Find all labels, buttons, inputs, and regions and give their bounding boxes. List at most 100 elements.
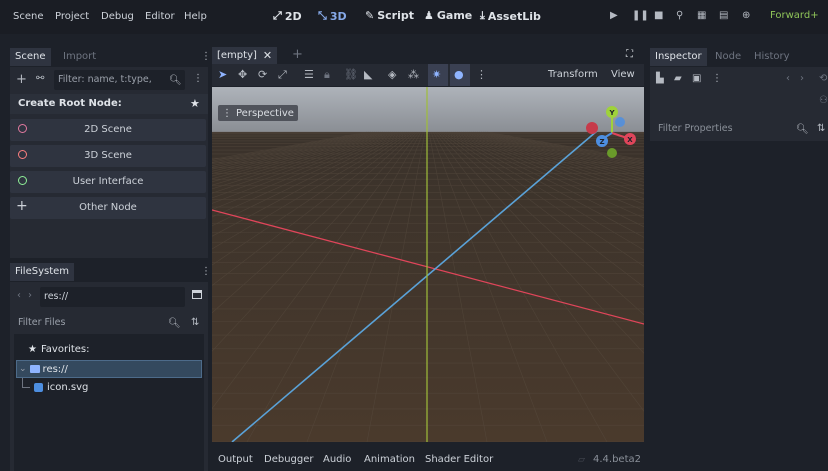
root-3d-scene-button[interactable]: 3D Scene	[10, 145, 206, 167]
favorite-star-icon[interactable]: ★	[190, 97, 200, 110]
scene-tabs-bar: [empty] ✕ + ⛶	[212, 47, 644, 64]
pause-icon[interactable]: ❚❚	[632, 10, 649, 21]
group-icon[interactable]: ⛓	[344, 68, 358, 81]
script-icon: ✎	[365, 9, 375, 22]
workspace-assetlib-button[interactable]: ⤓ AssetLib	[480, 9, 541, 23]
select-tool-icon[interactable]: ➤	[218, 68, 227, 81]
game-icon: ♟	[424, 9, 434, 22]
more-icon[interactable]: ⋮	[193, 73, 203, 84]
3d-viewport[interactable]: ⋮ Perspective Y X Z	[212, 87, 644, 442]
menu-help[interactable]: Help	[184, 11, 207, 22]
menu-scene[interactable]: Scene	[13, 11, 44, 22]
menu-project[interactable]: Project	[55, 11, 89, 22]
expand-arrow-icon[interactable]: ⌄	[19, 364, 27, 374]
add-scene-tab-icon[interactable]: +	[292, 47, 303, 62]
environment-preview-icon[interactable]: ●	[454, 68, 464, 81]
local-space-icon[interactable]: ◈	[388, 68, 396, 81]
more-icon[interactable]: ⋮	[476, 68, 487, 81]
orientation-gizmo[interactable]: Y X Z	[582, 103, 642, 163]
bottom-tab-audio[interactable]: Audio	[323, 454, 351, 465]
ruler-icon[interactable]: ◣	[364, 68, 372, 81]
bottom-tab-animation[interactable]: Animation	[364, 454, 415, 465]
workspace-2d-button[interactable]: ⤢ 2D	[273, 9, 302, 23]
load-resource-icon[interactable]: ▰	[674, 73, 682, 84]
update-spinner-icon: ▱	[578, 455, 585, 465]
scene-filter-input[interactable]: Filter: name, t:type,	[54, 70, 185, 90]
more-icon[interactable]: ⋮	[712, 73, 722, 84]
tab-import[interactable]: Import	[58, 48, 101, 66]
scene-tab-empty[interactable]: [empty] ✕	[212, 47, 278, 64]
gizmo-neg-y-handle[interactable]	[607, 148, 617, 158]
tab-node[interactable]: Node	[710, 48, 746, 66]
res-folder-item[interactable]: ⌄ res://	[16, 360, 202, 378]
gizmo-y-label: Y	[608, 109, 615, 117]
renderer-selector[interactable]: Forward+	[770, 10, 819, 21]
gizmo-neg-x-handle[interactable]	[586, 122, 598, 134]
workspace-game-button[interactable]: ♟ Game	[424, 9, 472, 22]
star-icon: ★	[28, 344, 37, 355]
dock-menu-icon[interactable]: ⋮	[201, 266, 211, 277]
rotate-tool-icon[interactable]: ⟳	[258, 68, 267, 81]
workspace-assetlib-label: AssetLib	[487, 9, 541, 23]
tab-filesystem[interactable]: FileSystem	[10, 263, 75, 281]
sort-icon[interactable]: ⇅	[191, 317, 199, 328]
filesystem-path-field[interactable]: res://	[40, 287, 185, 307]
history-back-icon[interactable]: ‹	[786, 73, 790, 84]
bottom-tab-debugger[interactable]: Debugger	[264, 454, 314, 465]
menu-debug[interactable]: Debug	[101, 11, 134, 22]
tab-scene[interactable]: Scene	[10, 48, 51, 66]
2d-icon: ⤢	[273, 9, 282, 22]
root-2d-scene-button[interactable]: 2D Scene	[10, 119, 206, 141]
remote-debug-icon[interactable]: ⚲	[676, 10, 683, 21]
object-history-icon[interactable]: ⟲	[819, 73, 827, 84]
save-resource-icon[interactable]: ▣	[692, 73, 701, 84]
perspective-menu[interactable]: ⋮ Perspective	[218, 105, 298, 121]
movie-maker-icon[interactable]: ⊕	[742, 10, 750, 21]
workspace-game-label: Game	[436, 9, 473, 22]
workspace-3d-button[interactable]: ⤡ 3D	[318, 9, 347, 23]
folder-icon	[29, 365, 40, 373]
distraction-free-icon[interactable]: ⛶	[626, 49, 633, 60]
workspace-3d-label: 3D	[329, 9, 347, 23]
back-icon[interactable]: ‹	[17, 290, 21, 301]
sort-icon[interactable]: ⇅	[817, 123, 825, 134]
root-other-node-button[interactable]: + Other Node	[10, 197, 206, 219]
tab-inspector[interactable]: Inspector	[650, 48, 707, 66]
history-forward-icon[interactable]: ›	[800, 73, 804, 84]
menu-editor[interactable]: Editor	[145, 11, 175, 22]
list-select-icon[interactable]: ☰	[304, 68, 314, 81]
transform-menu[interactable]: Transform	[548, 69, 598, 80]
root-user-interface-button[interactable]: User Interface	[10, 171, 206, 193]
inspector-dock: ▙ ▰ ▣ ⋮ ‹ › ⟲ ⚇ Filter Properties 🔍︎ ⇅	[650, 67, 828, 471]
dock-menu-icon[interactable]: ⋮	[201, 51, 211, 62]
stop-icon[interactable]: ■	[654, 10, 663, 21]
play-custom-scene-icon[interactable]: ▤	[719, 10, 728, 21]
play-scene-icon[interactable]: ▦	[697, 10, 706, 21]
gizmo-neg-z-handle[interactable]	[615, 117, 625, 127]
sun-preview-icon[interactable]: ✷	[432, 68, 441, 81]
search-icon: 🔍︎	[168, 318, 181, 329]
close-icon[interactable]: ✕	[263, 49, 272, 62]
assetlib-icon: ⤓	[480, 9, 485, 22]
favorites-item[interactable]: ★ Favorites:	[28, 344, 90, 355]
snap-icon[interactable]: ⁂	[408, 68, 419, 81]
bottom-tab-output[interactable]: Output	[218, 454, 253, 465]
add-node-icon[interactable]: +	[16, 72, 27, 87]
tab-history[interactable]: History	[749, 48, 795, 66]
play-icon[interactable]: ▶	[610, 10, 618, 21]
user-icon[interactable]: ⚇	[819, 95, 828, 106]
workspace-script-button[interactable]: ✎ Script	[365, 9, 414, 22]
create-root-header: Create Root Node: ★	[10, 94, 208, 114]
split-mode-icon[interactable]	[192, 290, 202, 299]
view-menu[interactable]: View	[611, 69, 635, 80]
link-icon[interactable]: ⚯	[36, 73, 44, 84]
icon-svg-file-item[interactable]: icon.svg	[34, 382, 88, 393]
scale-tool-icon[interactable]: ⤢	[278, 68, 287, 82]
new-resource-icon[interactable]: ▙	[656, 73, 664, 84]
bottom-tab-shader-editor[interactable]: Shader Editor	[425, 454, 493, 465]
lock-icon[interactable]: 🔒︎	[324, 68, 330, 82]
forward-icon[interactable]: ›	[28, 290, 32, 301]
3d-icon: ⤡	[318, 9, 327, 22]
move-tool-icon[interactable]: ✥	[238, 68, 247, 81]
scene-dock-tabbar: Scene Import ⋮	[10, 47, 211, 67]
